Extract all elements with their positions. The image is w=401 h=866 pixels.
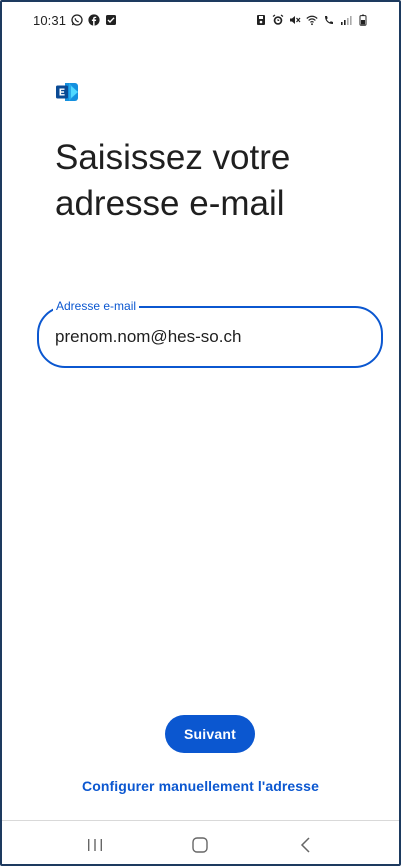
page-title-line-2: adresse e-mail	[55, 184, 285, 223]
email-field-label: Adresse e-mail	[53, 299, 140, 313]
wifi-icon	[306, 14, 318, 26]
system-nav-bar	[2, 820, 399, 865]
battery-icon	[357, 14, 369, 26]
next-button[interactable]: Suivant	[165, 715, 255, 753]
status-bar-right	[255, 14, 369, 26]
back-button[interactable]	[286, 825, 326, 865]
status-bar-left: 10:31	[33, 13, 117, 28]
call-icon	[323, 14, 335, 26]
email-input[interactable]	[55, 324, 365, 350]
email-field[interactable]: Adresse e-mail	[37, 299, 383, 368]
facebook-icon	[88, 14, 100, 26]
status-bar: 10:31	[2, 2, 399, 38]
phone-screen: 10:31 Saisissez votre adresse e-mail Adr…	[0, 0, 401, 866]
whatsapp-icon	[71, 14, 83, 26]
manual-config-link[interactable]: Configurer manuellement l'adresse	[2, 778, 399, 794]
back-icon	[301, 836, 310, 853]
recents-button[interactable]	[75, 825, 115, 865]
exchange-logo-icon	[55, 82, 79, 102]
home-button[interactable]	[180, 825, 220, 865]
alarm-icon	[272, 14, 284, 26]
mute-icon	[289, 14, 301, 26]
save-icon	[255, 14, 267, 26]
status-time: 10:31	[33, 12, 67, 28]
checkbox-icon	[105, 14, 117, 26]
signal-icon	[340, 14, 352, 26]
page-title: Saisissez votre adresse e-mail	[55, 135, 375, 227]
recents-icon	[87, 838, 102, 851]
page-title-line-1: Saisissez votre	[55, 138, 291, 177]
home-icon	[192, 836, 209, 853]
